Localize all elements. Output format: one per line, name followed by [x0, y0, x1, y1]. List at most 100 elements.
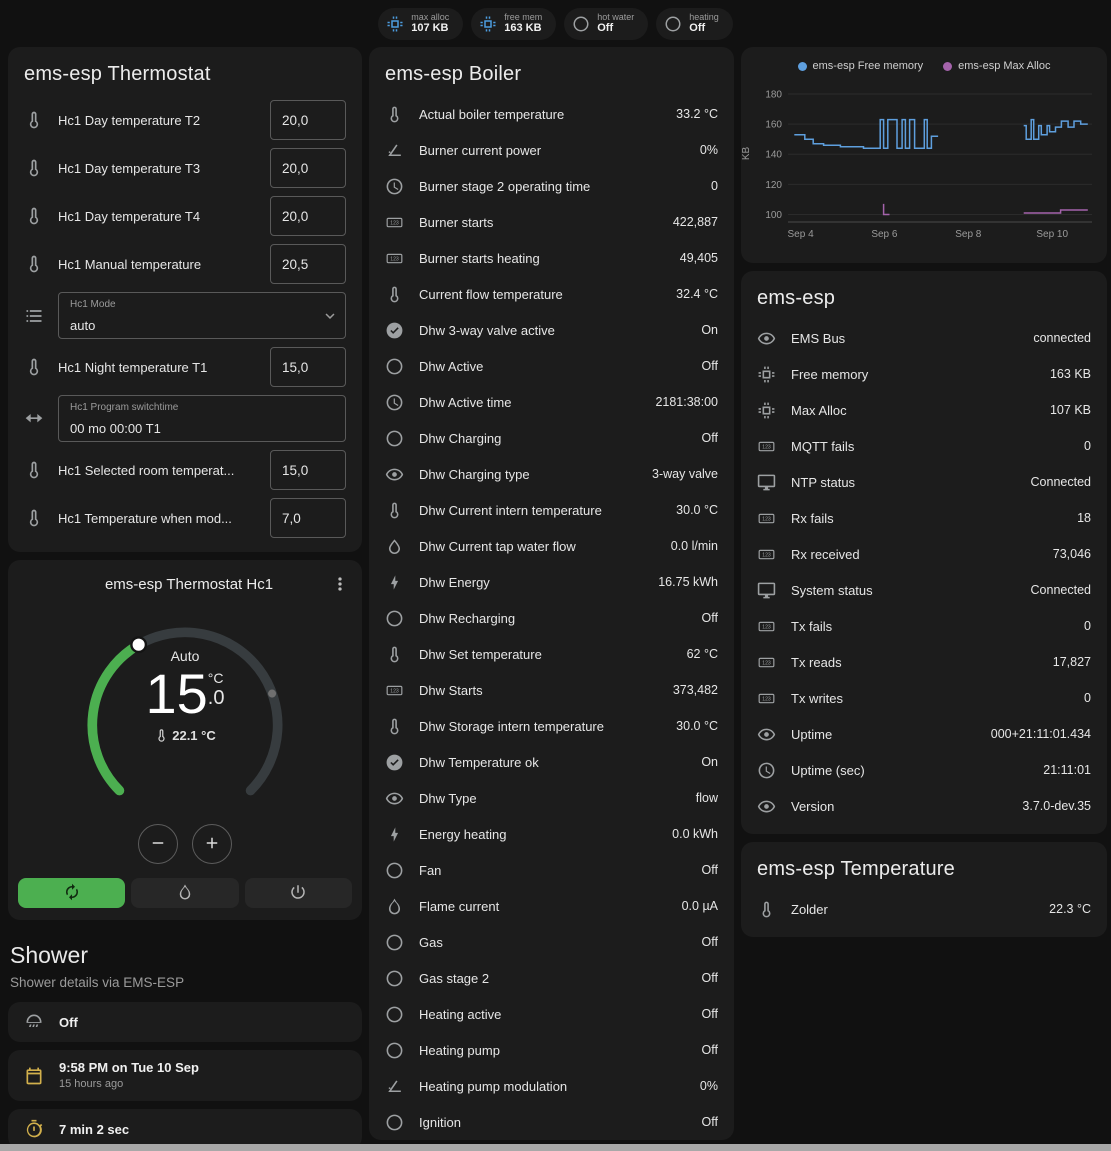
mode-heat-button[interactable]	[131, 878, 238, 908]
entity-row[interactable]: Current flow temperature 32.4 °C	[369, 276, 734, 312]
entity-row[interactable]: Dhw Temperature ok On	[369, 744, 734, 780]
more-menu-icon[interactable]	[330, 574, 352, 594]
legend-label: ems-esp Max Alloc	[958, 60, 1050, 72]
mode-select[interactable]: Hc1 Mode auto	[58, 292, 346, 339]
angle-icon	[385, 141, 405, 160]
entity-row[interactable]: Actual boiler temperature 33.2 °C	[369, 96, 734, 132]
entity-row[interactable]: 123 Rx fails 18	[741, 500, 1107, 536]
entity-row[interactable]: Uptime 000+21:11:01.434	[741, 716, 1107, 752]
entity-row[interactable]: 123 MQTT fails 0	[741, 428, 1107, 464]
chart-legend: ems-esp Free memory ems-esp Max Alloc	[741, 47, 1107, 76]
temp-when-mod-input[interactable]: 7,0	[270, 498, 346, 538]
entity-row[interactable]: 123 Tx fails 0	[741, 608, 1107, 644]
thermometer-water-icon	[24, 110, 46, 130]
number-row-selected-room: Hc1 Selected room temperat... 15,0	[24, 450, 346, 490]
entity-row[interactable]: Uptime (sec) 21:11:01	[741, 752, 1107, 788]
entity-row[interactable]: Dhw 3-way valve active On	[369, 312, 734, 348]
entity-row[interactable]: System status Connected	[741, 572, 1107, 608]
entity-row[interactable]: Energy heating 0.0 kWh	[369, 816, 734, 852]
day-t4-input[interactable]: 20,0	[270, 196, 346, 236]
badge-value: 107 KB	[411, 22, 449, 35]
target-temp-integer: 15	[146, 666, 208, 722]
entity-row[interactable]: Dhw Charging type 3-way valve	[369, 456, 734, 492]
entity-row[interactable]: Gas stage 2 Off	[369, 960, 734, 996]
horizontal-scrollbar[interactable]	[0, 1144, 1111, 1151]
entity-row[interactable]: Max Alloc 107 KB	[741, 392, 1107, 428]
entity-row[interactable]: Dhw Energy 16.75 kWh	[369, 564, 734, 600]
selected-room-input[interactable]: 15,0	[270, 450, 346, 490]
entity-row[interactable]: Heating active Off	[369, 996, 734, 1032]
manual-temp-input[interactable]: 20,5	[270, 244, 346, 284]
legend-item[interactable]: ems-esp Max Alloc	[943, 60, 1050, 72]
entity-row[interactable]: Ignition Off	[369, 1104, 734, 1140]
increase-temp-button[interactable]	[192, 824, 232, 864]
entity-row[interactable]: Dhw Active time 2181:38:00	[369, 384, 734, 420]
clock-icon	[385, 393, 405, 412]
entity-row[interactable]: Flame current 0.0 µA	[369, 888, 734, 924]
entity-row[interactable]: Dhw Current tap water flow 0.0 l/min	[369, 528, 734, 564]
entity-row[interactable]: 123 Rx received 73,046	[741, 536, 1107, 572]
night-t1-input[interactable]: 15,0	[270, 347, 346, 387]
svg-text:123: 123	[390, 688, 399, 694]
lightning-icon	[385, 573, 405, 592]
entity-row[interactable]: 123 Tx writes 0	[741, 680, 1107, 716]
input-value: 20,0	[282, 161, 308, 176]
decrease-temp-button[interactable]	[138, 824, 178, 864]
badge-value: 163 KB	[504, 22, 542, 35]
entity-row[interactable]: Dhw Current intern temperature 30.0 °C	[369, 492, 734, 528]
day-t3-input[interactable]: 20,0	[270, 148, 346, 188]
entity-value: 373,482	[673, 683, 718, 697]
shower-timestamp-card[interactable]: 9:58 PM on Tue 10 Sep 15 hours ago	[8, 1050, 362, 1101]
shower-state-card[interactable]: Off	[8, 1002, 362, 1042]
entity-row[interactable]: Burner stage 2 operating time 0	[369, 168, 734, 204]
entity-row[interactable]: Dhw Active Off	[369, 348, 734, 384]
entity-row[interactable]: Fan Off	[369, 852, 734, 888]
day-t2-input[interactable]: 20,0	[270, 100, 346, 140]
row-label: Hc1 Day temperature T2	[58, 113, 258, 128]
entity-label: Dhw Temperature ok	[419, 755, 687, 770]
entity-row[interactable]: 123 Dhw Starts 373,482	[369, 672, 734, 708]
svg-text:123: 123	[762, 696, 771, 702]
entity-value: 422,887	[673, 215, 718, 229]
svg-text:123: 123	[762, 444, 771, 450]
status-badge[interactable]: heating Off	[656, 8, 733, 40]
power-icon	[289, 883, 307, 904]
entity-row[interactable]: Heating pump modulation 0%	[369, 1068, 734, 1104]
status-badge[interactable]: hot water Off	[564, 8, 648, 40]
entity-row[interactable]: Dhw Set temperature 62 °C	[369, 636, 734, 672]
entity-row[interactable]: Version 3.7.0-dev.35	[741, 788, 1107, 824]
entity-row[interactable]: Zolder 22.3 °C	[741, 891, 1107, 927]
entity-row[interactable]: Dhw Recharging Off	[369, 600, 734, 636]
entity-row[interactable]: Heating pump Off	[369, 1032, 734, 1068]
thermostat-dial[interactable]: Auto 15 °C .0 22.1 °C	[8, 596, 362, 864]
input-value: 20,5	[282, 257, 308, 272]
status-badge[interactable]: free mem 163 KB	[471, 8, 556, 40]
entity-row[interactable]: Dhw Charging Off	[369, 420, 734, 456]
history-line-chart[interactable]: 100120140160180Sep 4Sep 6Sep 8Sep 10	[749, 78, 1101, 250]
legend-item[interactable]: ems-esp Free memory	[798, 60, 924, 72]
entity-row[interactable]: Dhw Type flow	[369, 780, 734, 816]
entity-row[interactable]: Burner current power 0%	[369, 132, 734, 168]
monitor-icon	[757, 473, 777, 492]
entity-row[interactable]: 123 Burner starts heating 49,405	[369, 240, 734, 276]
mode-auto-button[interactable]	[18, 878, 125, 908]
entity-row[interactable]: 123 Burner starts 422,887	[369, 204, 734, 240]
entity-row[interactable]: Free memory 163 KB	[741, 356, 1107, 392]
thermostat-hc1-card: ems-esp Thermostat Hc1 Auto 15	[8, 560, 362, 920]
entity-row[interactable]: NTP status Connected	[741, 464, 1107, 500]
status-badge[interactable]: max alloc 107 KB	[378, 8, 463, 40]
svg-text:160: 160	[765, 120, 782, 131]
program-switchtime-input[interactable]: Hc1 Program switchtime 00 mo 00:00 T1	[58, 395, 346, 442]
entity-label: Ignition	[419, 1115, 688, 1130]
mode-off-button[interactable]	[245, 878, 352, 908]
entity-label: Free memory	[791, 367, 1036, 382]
entity-row[interactable]: Gas Off	[369, 924, 734, 960]
entity-row[interactable]: Dhw Storage intern temperature 30.0 °C	[369, 708, 734, 744]
entity-label: Uptime (sec)	[791, 763, 1029, 778]
lightning-icon	[385, 825, 405, 844]
entity-row[interactable]: EMS Bus connected	[741, 320, 1107, 356]
entity-label: Burner stage 2 operating time	[419, 179, 697, 194]
entity-row[interactable]: 123 Tx reads 17,827	[741, 644, 1107, 680]
check-circle-icon	[385, 753, 405, 772]
entity-value: 3.7.0-dev.35	[1022, 799, 1091, 813]
